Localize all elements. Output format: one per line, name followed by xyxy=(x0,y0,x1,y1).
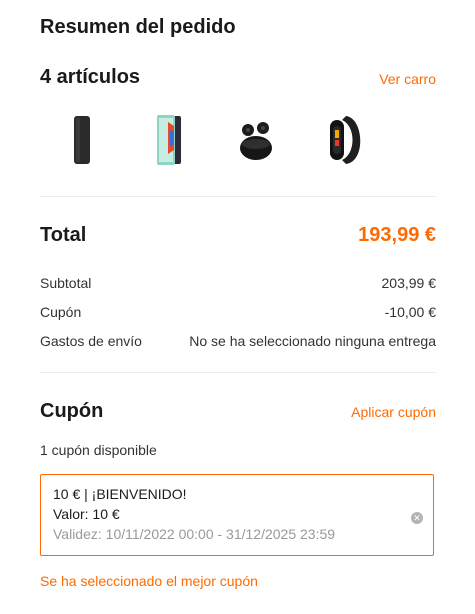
view-cart-link[interactable]: Ver carro xyxy=(379,71,436,87)
power-bank-icon xyxy=(74,116,90,164)
coupon-section-title: Cupón xyxy=(40,400,104,422)
coupon-discount-value: -10,00 € xyxy=(384,304,436,320)
product-thumb-4[interactable] xyxy=(312,110,372,170)
product-thumb-2[interactable] xyxy=(140,110,200,170)
coupon-discount-label: Cupón xyxy=(40,304,82,320)
remove-coupon-icon[interactable]: ✕ xyxy=(411,512,423,524)
coupon-validity: Validez: 10/11/2022 00:00 - 31/12/2025 2… xyxy=(53,526,336,542)
product-thumbnails xyxy=(52,110,392,170)
coupon-value: Valor: 10 € xyxy=(53,506,120,522)
coupon-discount-row: Cupón -10,00 € xyxy=(40,304,436,322)
shipping-row: Gastos de envío No se ha seleccionado ni… xyxy=(40,333,436,351)
coupon-header: Cupón Aplicar cupón xyxy=(40,400,436,426)
total-row: Total 193,99 € xyxy=(40,224,436,250)
apply-coupon-link[interactable]: Aplicar cupón xyxy=(351,404,436,420)
subtotal-label: Subtotal xyxy=(40,275,92,291)
order-summary-title: Resumen del pedido xyxy=(40,16,236,38)
best-coupon-message: Se ha seleccionado el mejor cupón xyxy=(40,573,258,589)
coupon-name: 10 € | ¡BIENVENIDO! xyxy=(53,486,187,502)
divider xyxy=(40,372,436,373)
divider xyxy=(40,196,436,197)
items-row: 4 artículos Ver carro xyxy=(40,64,436,92)
total-value: 193,99 € xyxy=(358,224,436,246)
subtotal-row: Subtotal 203,99 € xyxy=(40,275,436,293)
product-thumb-3[interactable] xyxy=(226,110,286,170)
total-label: Total xyxy=(40,224,87,246)
coupon-card[interactable]: 10 € | ¡BIENVENIDO! Valor: 10 € Validez:… xyxy=(40,474,434,556)
items-count-heading: 4 artículos xyxy=(40,66,141,88)
shipping-value: No se ha seleccionado ninguna entrega xyxy=(189,333,436,349)
coupon-available-count: 1 cupón disponible xyxy=(40,442,157,458)
subtotal-value: 203,99 € xyxy=(381,275,437,291)
smart-band-icon xyxy=(330,116,361,164)
shipping-label: Gastos de envío xyxy=(40,333,142,349)
tablet-icon xyxy=(157,115,181,165)
product-thumb-1[interactable] xyxy=(52,110,112,170)
earbuds-icon xyxy=(240,122,272,160)
